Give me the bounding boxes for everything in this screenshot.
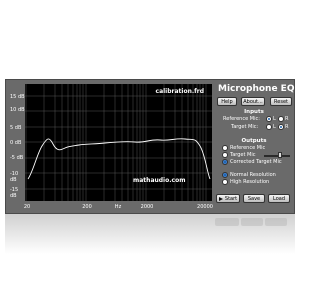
- x-tick-label: 20: [23, 204, 31, 210]
- high-resolution-radio[interactable]: [222, 179, 228, 185]
- high-resolution-label: High Resolution: [230, 179, 270, 185]
- x-tick-label: 2000: [140, 204, 154, 210]
- x-tick-label: 20000: [197, 204, 213, 210]
- y-tick-label: 15 dB: [10, 94, 25, 100]
- reflection-save-button: [241, 218, 263, 226]
- window-reflection: [5, 214, 295, 254]
- x-tick-label: 200: [82, 204, 92, 210]
- y-tick-label: 0 dB: [10, 140, 22, 146]
- help-button[interactable]: Help: [217, 97, 237, 106]
- start-button-label: Start: [224, 196, 238, 202]
- calibration-file-label: calibration.frd: [155, 88, 204, 95]
- frequency-response-graph: calibration.frd mathaudio.com: [25, 84, 212, 201]
- outputs-section-title: Outputs: [241, 138, 267, 144]
- y-tick-label: -5 dB: [10, 155, 24, 161]
- play-icon: [218, 196, 223, 201]
- frequency-plot-area: 15 dB 10 dB 5 dB 0 dB -5 dB -10 dB -15 d…: [8, 82, 213, 213]
- target-mic-right-radio[interactable]: [278, 124, 284, 130]
- reference-mic-input-label: Reference Mic:: [223, 116, 260, 122]
- reflection-start-button: [215, 218, 239, 226]
- control-panel: Microphone EQ Help About... Reset Inputs…: [214, 82, 294, 213]
- output-corrected-target-mic-radio[interactable]: [222, 159, 228, 165]
- website-label: mathaudio.com: [133, 177, 186, 184]
- reference-left-label: L: [273, 116, 276, 122]
- y-tick-label: -15 dB: [10, 187, 19, 199]
- reset-button[interactable]: Reset: [270, 97, 292, 106]
- target-left-label: L: [273, 124, 276, 130]
- output-target-mic-label: Target Mic: [230, 152, 256, 158]
- output-target-mic-radio[interactable]: [222, 152, 228, 158]
- output-reference-mic-label: Reference Mic: [230, 145, 266, 151]
- about-button[interactable]: About...: [241, 97, 265, 106]
- target-right-label: R: [285, 124, 289, 130]
- output-corrected-target-mic-label: Corrected Target Mic: [230, 159, 282, 165]
- inputs-section-title: Inputs: [244, 109, 264, 115]
- app-title: Microphone EQ: [218, 84, 295, 94]
- target-mic-input-label: Target Mic:: [231, 124, 259, 130]
- microphone-eq-window: 15 dB 10 dB 5 dB 0 dB -5 dB -10 dB -15 d…: [5, 79, 295, 214]
- reference-right-label: R: [285, 116, 289, 122]
- output-reference-mic-radio[interactable]: [222, 145, 228, 151]
- reflection-load-button: [265, 218, 287, 226]
- save-button[interactable]: Save: [243, 194, 265, 203]
- target-mic-left-radio[interactable]: [266, 124, 272, 130]
- reference-mic-left-radio[interactable]: [266, 116, 272, 122]
- reference-mic-right-radio[interactable]: [278, 116, 284, 122]
- y-tick-label: 10 dB: [10, 107, 25, 113]
- y-tick-label: 5 dB: [10, 125, 22, 131]
- load-button[interactable]: Load: [268, 194, 290, 203]
- y-tick-label: -10 dB: [10, 171, 19, 183]
- normal-resolution-radio[interactable]: [222, 172, 228, 178]
- x-tick-label: Hz: [114, 204, 122, 210]
- volume-slider-handle[interactable]: [277, 152, 282, 158]
- normal-resolution-label: Normal Resolution: [230, 172, 276, 178]
- start-button[interactable]: Start: [216, 194, 240, 203]
